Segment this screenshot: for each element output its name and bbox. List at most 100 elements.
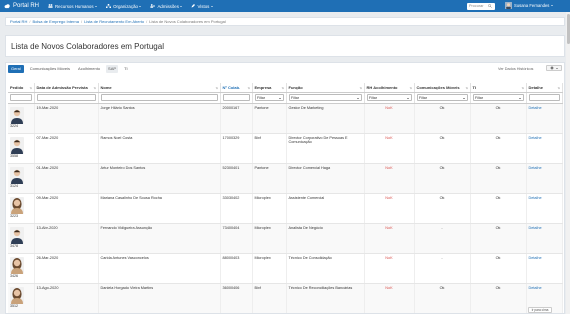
filter-select-ti[interactable]: Filtar [472, 94, 524, 101]
ti-status: Ok [470, 163, 527, 194]
tab-acolhimento[interactable]: Acolhimento [76, 65, 102, 72]
table-panel: Geral Comunicações Móveis Acolhimento SA… [5, 62, 565, 314]
filter-select-funcao[interactable]: Filtar [288, 94, 362, 101]
tab-ti[interactable]: TI [122, 65, 130, 72]
company: Pantone [252, 163, 287, 194]
mobile-comms-status: Ok [414, 133, 471, 164]
table-row[interactable]: 3478 13-Abr-2020 Fernando Vidigueira Assun… [8, 223, 563, 254]
table-row[interactable]: 3124 01-Mar-2020 Artur Monteiro Dos Santos… [8, 163, 563, 194]
brand[interactable]: Portal RH [4, 3, 48, 9]
job-function: Director Corporativo De Pessoas E Comuni… [286, 133, 365, 164]
rh-status: NoK [364, 163, 415, 194]
column-header[interactable]: Nome ⇅ [98, 83, 221, 93]
column-header-label: Data de Admissão Prevista [36, 84, 88, 90]
column-header[interactable]: Função ⇅ [286, 83, 365, 93]
sort-icon: ⇅ [521, 85, 524, 90]
column-header-label: TI [472, 84, 477, 90]
mobile-comms-status: Ok [414, 283, 471, 313]
rh-status: NoK [364, 283, 415, 313]
user-name: Susana Fernandes [514, 3, 550, 8]
settings-button[interactable] [546, 65, 562, 71]
menu-vistos[interactable]: Vistos [191, 3, 213, 9]
detail-link[interactable]: Detalhe [529, 226, 542, 230]
breadcrumb-link[interactable]: Portal RH [10, 19, 27, 24]
column-header[interactable]: Nº Colab. ⇅ [220, 83, 253, 93]
job-function: Gestor De Marketing [286, 103, 365, 134]
admission-date: 07-Mar-2020 [34, 133, 99, 164]
employee-number: 88000403 [220, 253, 253, 284]
filter-select-empresa[interactable]: Filtar [254, 94, 284, 101]
admission-date: 13-Abr-2020 [34, 223, 99, 254]
breadcrumb-separator: / [29, 19, 31, 24]
admission-date: 09-Mar-2020 [34, 193, 99, 224]
table-row[interactable]: 3426 26-Mar-2020 Carida Antunes Vasconcelo… [8, 253, 563, 284]
job-function: Analista De Negócio [286, 223, 365, 254]
filter-select-comunicacoes[interactable]: Filtar [416, 94, 468, 101]
employee-number: 73400404 [220, 223, 253, 254]
ti-status: Ok [470, 103, 527, 134]
admission-date: 01-Mar-2020 [34, 163, 99, 194]
table-row[interactable]: 3512 13-Ago-2020 Daniela Horgado Vieira Ma… [8, 283, 563, 313]
filter-input-num-colab[interactable] [222, 94, 250, 101]
filter-input-detalhe[interactable] [528, 94, 560, 101]
ti-status: Ok [470, 253, 527, 284]
detail-link[interactable]: Detalhe [529, 196, 542, 200]
caret-down-icon [95, 5, 98, 7]
rh-status: NoK [364, 103, 415, 134]
column-header-label: Nº Colab. [222, 84, 241, 90]
detail-link[interactable]: Detalhe [529, 136, 542, 140]
column-header[interactable]: Data de Admissão Prevista ⇅ [34, 83, 99, 93]
page-scrollbar[interactable] [566, 12, 570, 314]
table-row[interactable]: 3558 07-Mar-2020 Ramos Noel Costa 17000329 B… [8, 133, 563, 164]
go-up-button[interactable]: Ir para cima [528, 307, 552, 313]
menu-admissoes[interactable]: Admissões [150, 4, 183, 9]
search-icon[interactable] [488, 4, 492, 8]
scrollbar-thumb[interactable] [566, 14, 570, 44]
filter-input-data[interactable] [36, 94, 96, 101]
column-header[interactable]: Empresa ⇅ [252, 83, 287, 93]
request-id: 3223 [10, 214, 18, 218]
menu-organizacao[interactable]: Organização [106, 3, 142, 9]
user-menu[interactable]: Susana Fernandes [505, 2, 553, 9]
company: Microplex [252, 253, 287, 284]
column-header[interactable]: Pedido ⇅ [8, 83, 35, 93]
tab-geral[interactable]: Geral [8, 65, 24, 73]
menu-label: Vistos [197, 3, 210, 9]
menu-label: Recursos Humanos [55, 3, 94, 9]
job-function: Assistente Comercial [286, 193, 365, 224]
table-row[interactable]: 3224 19-Mar-2020 Jorge Hilário Santos 20000… [8, 103, 563, 134]
person-photo [10, 286, 24, 304]
filter-input-nome[interactable] [100, 94, 218, 101]
column-header[interactable]: Detalhe ⇅ [526, 83, 563, 93]
rh-status: NoK [364, 193, 415, 224]
person-photo [10, 136, 24, 154]
detail-link[interactable]: Detalhe [529, 256, 542, 260]
filter-input-pedido[interactable] [10, 94, 32, 101]
menu-recursos-humanos[interactable]: Recursos Humanos [48, 3, 98, 9]
mobile-comms-status: - [414, 253, 471, 284]
menu-label: Organização [113, 3, 138, 9]
breadcrumb-link[interactable]: Lista de Recrutamento Em Aberto [84, 19, 144, 24]
avatar [505, 2, 512, 9]
column-header[interactable]: TI ⇅ [470, 83, 527, 93]
collaborators-table: Pedido ⇅ Data de Admissão Prevista ⇅ Nome ⇅… [8, 83, 563, 313]
tab-comunicacoes-moveis[interactable]: Comunicações Móveis [28, 65, 72, 72]
sort-icon: ⇅ [281, 85, 284, 90]
job-function: Técnico De Reconciliações Bancárias [286, 283, 365, 313]
company: Microplex [252, 223, 287, 254]
caret-down-icon [180, 5, 183, 7]
ti-status: Ok [470, 283, 527, 313]
historical-data-toggle[interactable]: Ver Dados Históricos [498, 67, 533, 71]
person-photo [10, 166, 24, 184]
column-header-label: Função [288, 84, 303, 90]
detail-link[interactable]: Detalhe [529, 106, 542, 110]
table-row[interactable]: 3223 09-Mar-2020 Mariana Casalinho De Sous… [8, 193, 563, 224]
tab-sap[interactable]: SAP [106, 65, 119, 73]
filter-select-rh[interactable]: Filtar [366, 94, 412, 101]
column-header[interactable]: Comunicações Móveis ⇅ [414, 83, 471, 93]
request-id: 3478 [10, 244, 18, 248]
detail-link[interactable]: Detalhe [529, 286, 542, 290]
detail-link[interactable]: Detalhe [529, 166, 542, 170]
breadcrumb-link[interactable]: Bolsa de Emprego Interna [32, 19, 78, 24]
column-header[interactable]: RH Acolhimento ⇅ [364, 83, 415, 93]
